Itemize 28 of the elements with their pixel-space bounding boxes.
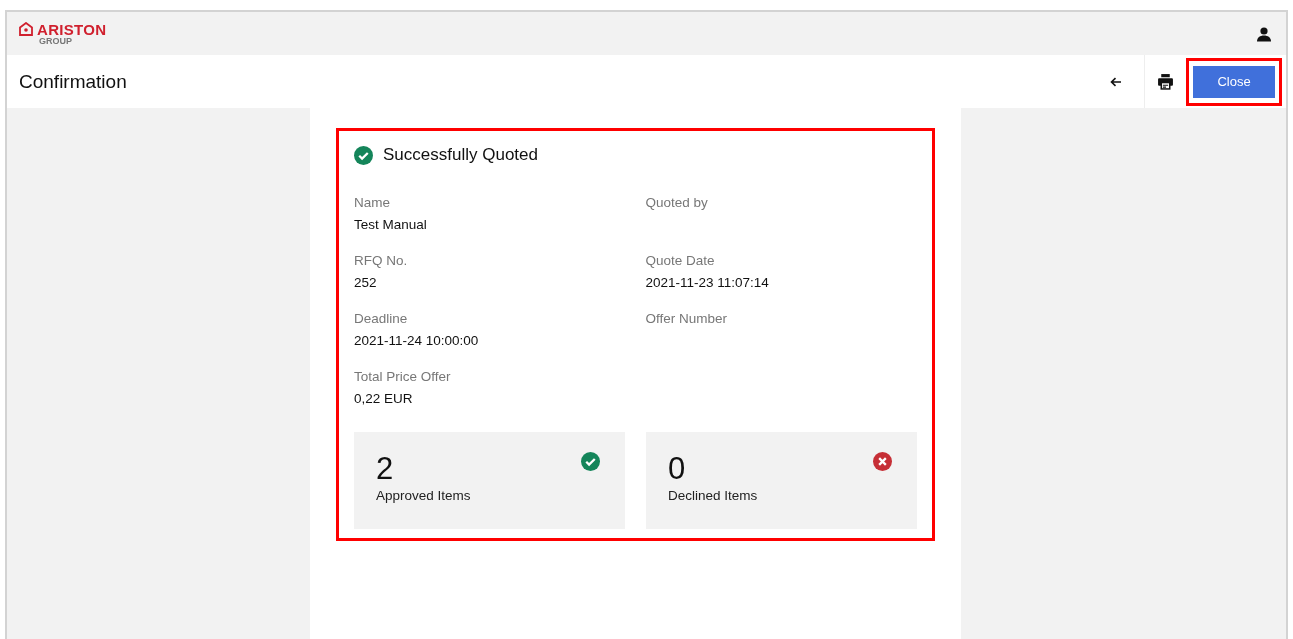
- logo-name: ARISTON: [37, 21, 107, 37]
- back-arrow-icon[interactable]: [1110, 76, 1122, 87]
- tile-label: Declined Items: [668, 488, 758, 503]
- page-title: Confirmation: [19, 70, 127, 93]
- field-label: Quote Date: [645, 253, 716, 268]
- logo-subtitle: GROUP: [39, 36, 72, 46]
- field-label: Quoted by: [645, 195, 709, 210]
- field-value: 2021-11-23 11:07:14: [645, 275, 770, 290]
- item-count: 2: [376, 452, 395, 486]
- status-text: Successfully Quoted: [383, 145, 538, 165]
- error-circle-icon: [873, 452, 892, 471]
- check-circle-icon: [581, 452, 600, 471]
- user-icon[interactable]: [1256, 25, 1272, 42]
- check-circle-icon: [354, 145, 373, 165]
- field-label: Deadline: [354, 311, 409, 326]
- printer-icon[interactable]: [1157, 73, 1174, 90]
- field-label: Offer Number: [645, 311, 729, 326]
- field-value: 0,22 EUR: [354, 391, 414, 406]
- field-label: RFQ No.: [354, 253, 409, 268]
- field-label: Name: [354, 195, 391, 210]
- field-value: Test Manual: [354, 217, 428, 232]
- tile-label: Approved Items: [376, 488, 471, 503]
- house-icon: [19, 22, 33, 36]
- field-value: 2021-11-24 10:00:00: [354, 333, 480, 348]
- field-value: 252: [354, 275, 378, 290]
- close-button[interactable]: Close: [1193, 65, 1275, 98]
- field-label: Total Price Offer: [354, 369, 452, 384]
- item-count: 0: [668, 452, 687, 486]
